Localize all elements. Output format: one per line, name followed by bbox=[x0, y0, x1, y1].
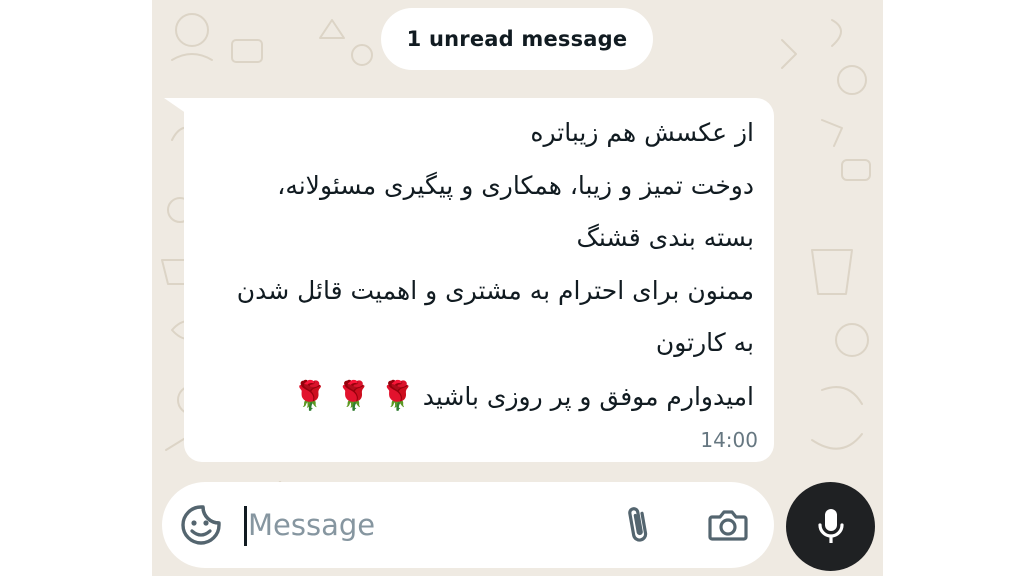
message-line: دوخت تمیز و زیبا، همکاری و پیگیری مسئولا… bbox=[277, 170, 754, 200]
message-line: بسته بندی قشنگ bbox=[576, 223, 754, 252]
message-line: از عکسش هم زیباتره bbox=[530, 118, 754, 147]
message-line: به کارتون bbox=[655, 328, 754, 357]
paperclip-icon[interactable] bbox=[622, 504, 656, 546]
microphone-icon bbox=[817, 508, 844, 543]
rose-emoji: 🌹 🌹 🌹 bbox=[292, 378, 415, 412]
chat-screen: 1 unread message از عکسش هم زیباتره دوخت… bbox=[152, 0, 883, 576]
message-text: از عکسش هم زیباتره دوخت تمیز و زیبا، همک… bbox=[194, 107, 754, 423]
text-cursor bbox=[244, 506, 247, 546]
unread-message-banner: 1 unread message bbox=[381, 8, 653, 70]
incoming-message-bubble[interactable]: از عکسش هم زیباتره دوخت تمیز و زیبا، همک… bbox=[184, 98, 774, 462]
unread-message-label: 1 unread message bbox=[406, 27, 628, 51]
message-timestamp: 14:00 bbox=[700, 428, 758, 452]
message-line: ممنون برای احترام به مشتری و اهمیت قائل … bbox=[236, 275, 754, 305]
message-line-last: امیدوارم موفق و پر روزی باشید 🌹 🌹 🌹 bbox=[194, 370, 754, 424]
message-composer bbox=[162, 482, 774, 568]
camera-icon[interactable] bbox=[708, 506, 748, 544]
message-input[interactable] bbox=[248, 500, 588, 550]
voice-record-button[interactable] bbox=[786, 482, 875, 571]
sticker-icon[interactable] bbox=[180, 504, 222, 546]
message-line: امیدوارم موفق و پر روزی باشید bbox=[422, 381, 754, 411]
